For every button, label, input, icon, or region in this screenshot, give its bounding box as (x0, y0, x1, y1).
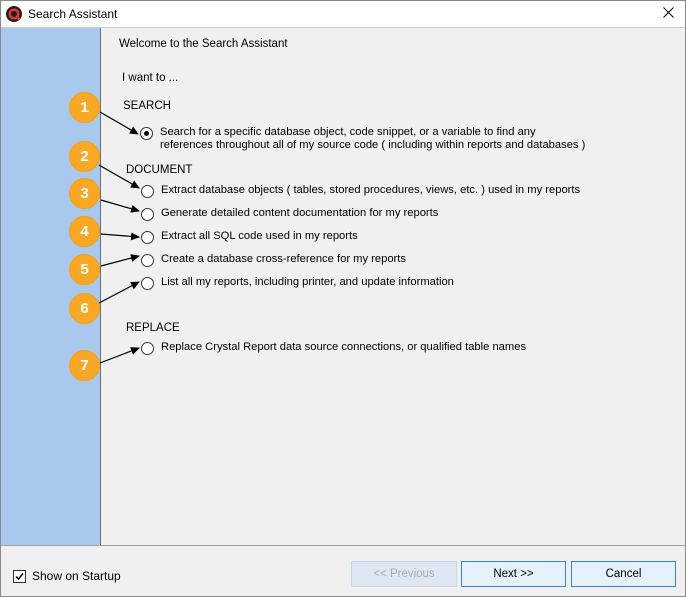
callout-badge-7: 7 (69, 350, 100, 381)
radio-search-object[interactable] (140, 127, 153, 140)
callout-badge-5: 5 (69, 254, 100, 285)
option-extract-db-objects[interactable]: Extract database objects ( tables, store… (141, 184, 580, 198)
search-assistant-window: Search Assistant Welcome to the Search A… (0, 0, 686, 597)
close-icon (662, 7, 674, 21)
callout-badge-6: 6 (69, 293, 100, 324)
show-on-startup-checkbox[interactable] (13, 569, 26, 583)
option-search-line2: references throughout all of my source c… (160, 139, 586, 151)
option-search-line1: Search for a specific database object, c… (160, 126, 536, 138)
option-search-object[interactable]: Search for a specific database object, c… (140, 126, 585, 152)
section-search: SEARCH (123, 100, 171, 112)
close-button[interactable] (651, 1, 685, 27)
radio-replace-connections[interactable] (141, 342, 154, 355)
option-replace-connections[interactable]: Replace Crystal Report data source conne… (141, 341, 526, 355)
callout-badge-1: 1 (69, 92, 100, 123)
welcome-text: Welcome to the Search Assistant (119, 38, 288, 50)
radio-cross-reference[interactable] (141, 254, 154, 267)
window-title: Search Assistant (28, 7, 118, 21)
option-generate-documentation[interactable]: Generate detailed content documentation … (141, 207, 438, 221)
option-cross-reference-label: Create a database cross-reference for my… (161, 253, 406, 265)
next-button[interactable]: Next >> (461, 561, 566, 587)
callout-badge-4: 4 (69, 216, 100, 247)
callout-badge-2: 2 (69, 141, 100, 172)
title-bar: Search Assistant (1, 1, 685, 28)
section-replace: REPLACE (126, 322, 180, 334)
option-extract-sql-label: Extract all SQL code used in my reports (161, 230, 358, 242)
content-panel: Welcome to the Search Assistant I want t… (101, 28, 685, 545)
option-search-label: Search for a specific database object, c… (160, 126, 585, 152)
intro-text: I want to ... (122, 72, 179, 84)
show-on-startup-option[interactable]: Show on Startup (13, 569, 121, 583)
radio-list-reports[interactable] (141, 277, 154, 290)
option-list-reports-label: List all my reports, including printer, … (161, 276, 454, 288)
footer-bar: Show on Startup << Previous Next >> Canc… (1, 545, 685, 596)
radio-extract-db-objects[interactable] (141, 185, 154, 198)
option-list-reports[interactable]: List all my reports, including printer, … (141, 276, 454, 290)
radio-selected-dot (144, 131, 149, 136)
app-logo-icon (6, 6, 22, 22)
checkmark-icon (15, 572, 24, 580)
cancel-button[interactable]: Cancel (571, 561, 676, 587)
option-generate-documentation-label: Generate detailed content documentation … (161, 207, 439, 219)
option-extract-sql[interactable]: Extract all SQL code used in my reports (141, 230, 358, 244)
option-replace-connections-label: Replace Crystal Report data source conne… (161, 341, 527, 353)
callout-badge-3: 3 (69, 178, 100, 209)
show-on-startup-label: Show on Startup (32, 569, 121, 583)
radio-extract-sql[interactable] (141, 231, 154, 244)
section-document: DOCUMENT (126, 164, 193, 176)
option-extract-db-objects-label: Extract database objects ( tables, store… (161, 184, 581, 196)
option-cross-reference[interactable]: Create a database cross-reference for my… (141, 253, 406, 267)
previous-button[interactable]: << Previous (351, 561, 457, 587)
radio-generate-documentation[interactable] (141, 208, 154, 221)
